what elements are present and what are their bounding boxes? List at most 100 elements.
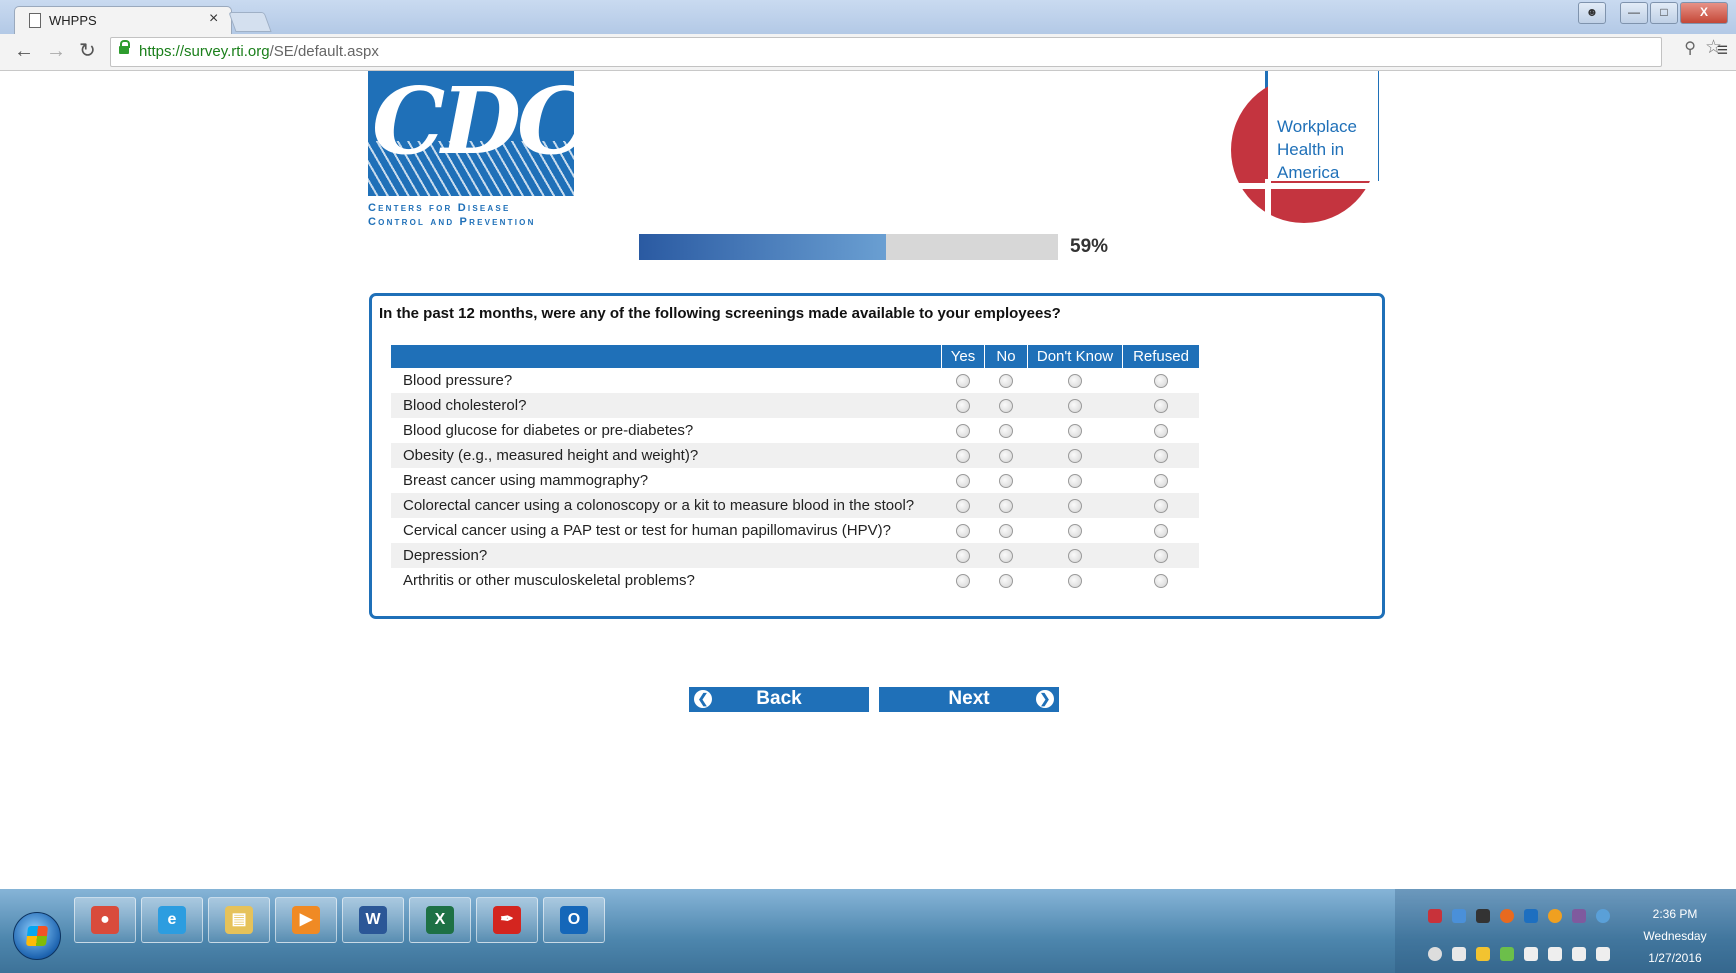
question-row: Depression?: [391, 543, 1199, 568]
radio-option[interactable]: [1068, 424, 1082, 439]
back-arrow-icon[interactable]: ←: [14, 41, 34, 61]
radio-option[interactable]: [1153, 449, 1168, 464]
radio-option[interactable]: [1068, 474, 1082, 489]
chrome-icon[interactable]: ●: [74, 897, 136, 943]
lock-tray-icon[interactable]: [1476, 947, 1490, 961]
browser-tab[interactable]: WHPPS ×: [14, 6, 232, 35]
column-header-yes: Yes: [941, 345, 985, 368]
close-window-button[interactable]: X: [1680, 2, 1728, 24]
radio-option[interactable]: [1068, 399, 1082, 414]
windows-taskbar: ● e ▤ ▶ W X ✒ O 2:36 PM Wednesday 1/27/2016: [0, 889, 1736, 973]
radio-option[interactable]: [1068, 549, 1082, 564]
next-button-label: Next: [948, 688, 990, 709]
excel-icon[interactable]: X: [409, 897, 471, 943]
radio-option[interactable]: [999, 424, 1013, 439]
new-tab-button[interactable]: [228, 12, 272, 32]
menu-icon[interactable]: ≡: [1717, 41, 1728, 61]
radio-option[interactable]: [1068, 499, 1082, 514]
shield-icon[interactable]: [1572, 909, 1586, 923]
radio-option[interactable]: [1153, 549, 1168, 564]
browser-titlebar: WHPPS × ☻ — □ X: [0, 0, 1736, 35]
radio-option[interactable]: [1153, 424, 1168, 439]
radio-option[interactable]: [1068, 524, 1082, 539]
radio-option[interactable]: [1153, 374, 1168, 389]
bluetooth-icon[interactable]: [1452, 947, 1466, 961]
word-icon[interactable]: W: [342, 897, 404, 943]
reload-icon[interactable]: ↻: [79, 41, 96, 61]
radio-option[interactable]: [956, 374, 970, 389]
wireless-icon[interactable]: [1476, 909, 1490, 923]
action-center-flag-icon[interactable]: [1524, 947, 1538, 961]
volume-icon[interactable]: [1596, 947, 1610, 961]
chevron-right-icon: ❯: [1036, 690, 1054, 708]
address-bar[interactable]: https://survey.rti.org/SE/default.aspx: [110, 37, 1662, 67]
radio-option[interactable]: [956, 499, 970, 514]
radio-option[interactable]: [999, 574, 1013, 589]
close-tab-icon[interactable]: ×: [209, 10, 218, 28]
browser-toolbar: ← → ↻ https://survey.rti.org/SE/default.…: [0, 34, 1736, 71]
column-header-no: No: [984, 345, 1028, 368]
progress-bar: [639, 234, 1058, 260]
question-row: Blood cholesterol?: [391, 393, 1199, 418]
radio-option[interactable]: [956, 449, 970, 464]
question-row: Blood pressure?: [391, 368, 1199, 393]
forward-arrow-icon[interactable]: →: [46, 41, 66, 61]
radio-option[interactable]: [956, 574, 970, 589]
outlook-tray-icon[interactable]: [1524, 909, 1538, 923]
alert-icon[interactable]: [1548, 909, 1562, 923]
question-row-label: Obesity (e.g., measured height and weigh…: [391, 443, 942, 468]
radio-option[interactable]: [1153, 524, 1168, 539]
start-button[interactable]: [13, 912, 61, 960]
device-icon[interactable]: [1548, 947, 1562, 961]
maximize-button[interactable]: □: [1650, 2, 1678, 24]
question-row-label: Blood cholesterol?: [391, 393, 942, 418]
signal-icon[interactable]: [1572, 947, 1586, 961]
radio-option[interactable]: [956, 524, 970, 539]
radio-option[interactable]: [956, 549, 970, 564]
user-profile-icon[interactable]: ☻: [1578, 2, 1606, 24]
update-icon[interactable]: [1500, 909, 1514, 923]
antivirus-icon[interactable]: [1428, 909, 1442, 923]
clock-time: 2:36 PM: [1652, 907, 1698, 921]
radio-option[interactable]: [1068, 374, 1082, 389]
zoom-icon[interactable]: ⚲: [1684, 38, 1696, 58]
radio-option[interactable]: [999, 449, 1013, 464]
internet-explorer-icon[interactable]: e: [141, 897, 203, 943]
cdc-logo-line2: Control and Prevention: [368, 216, 536, 228]
cdc-logo: CDC Centers for Disease Control and Prev…: [368, 71, 586, 231]
question-row-label: Blood glucose for diabetes or pre-diabet…: [403, 422, 694, 439]
radio-option[interactable]: [956, 399, 970, 414]
radio-option[interactable]: [1153, 474, 1168, 489]
radio-option[interactable]: [1153, 574, 1168, 589]
radio-option[interactable]: [999, 549, 1013, 564]
minimize-button[interactable]: —: [1620, 2, 1648, 24]
whia-logo-line2: Health in: [1277, 140, 1345, 159]
network-globe-icon[interactable]: [1596, 909, 1610, 923]
radio-option[interactable]: [999, 474, 1013, 489]
battery-icon[interactable]: [1500, 947, 1514, 961]
onedrive-icon[interactable]: [1452, 909, 1466, 923]
radio-option[interactable]: [956, 424, 970, 439]
acrobat-icon[interactable]: ✒: [476, 897, 538, 943]
clock-date: 1/27/2016: [1648, 951, 1702, 965]
system-clock[interactable]: 2:36 PM Wednesday 1/27/2016: [1625, 903, 1725, 969]
radio-option[interactable]: [956, 474, 970, 489]
radio-option[interactable]: [999, 499, 1013, 514]
back-button-label: Back: [756, 688, 802, 709]
question-row-label: Colorectal cancer using a colonoscopy or…: [391, 493, 942, 518]
radio-option[interactable]: [999, 524, 1013, 539]
radio-option[interactable]: [1153, 499, 1168, 514]
radio-option[interactable]: [1068, 449, 1082, 464]
next-button[interactable]: Next ❯: [879, 687, 1059, 712]
question-row: Colorectal cancer using a colonoscopy or…: [391, 493, 1199, 518]
media-player-icon[interactable]: ▶: [275, 897, 337, 943]
file-explorer-icon[interactable]: ▤: [208, 897, 270, 943]
radio-option[interactable]: [1153, 399, 1168, 414]
radio-option[interactable]: [1068, 574, 1082, 589]
question-row-label: Depression?: [391, 543, 942, 568]
outlook-icon[interactable]: O: [543, 897, 605, 943]
radio-option[interactable]: [999, 399, 1013, 414]
back-button[interactable]: ❮ Back: [689, 687, 869, 712]
radio-option[interactable]: [999, 374, 1013, 389]
sync-icon[interactable]: [1428, 947, 1442, 961]
